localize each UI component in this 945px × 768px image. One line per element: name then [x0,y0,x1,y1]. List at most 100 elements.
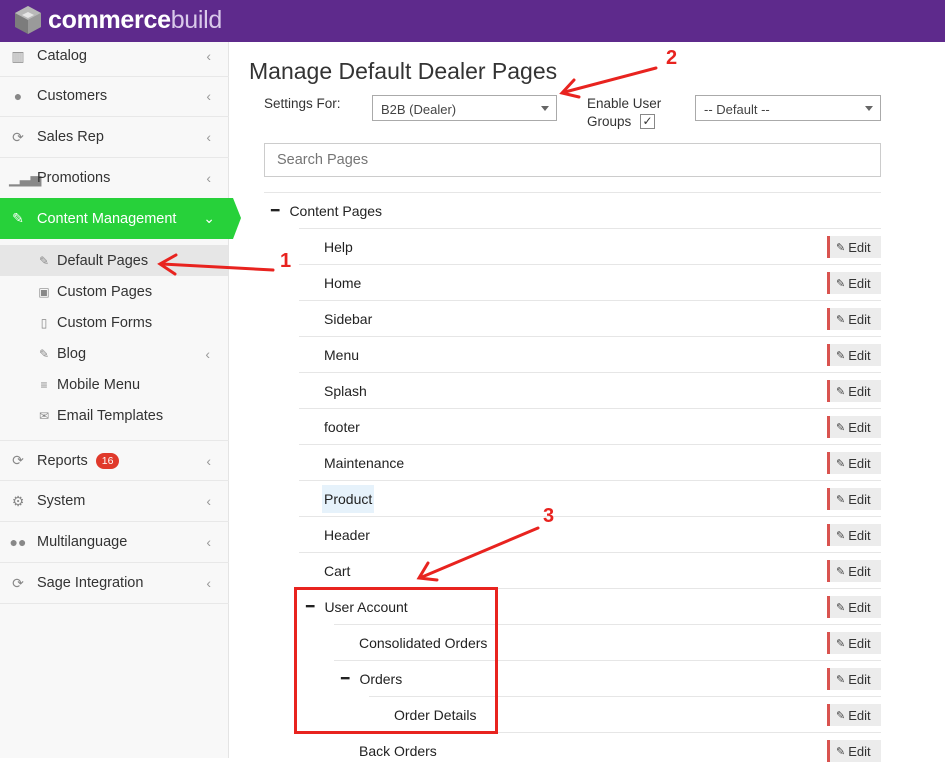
tree-label: Sidebar [324,310,373,327]
tree-row-maintenance[interactable]: Maintenance [299,444,881,480]
sidebar-item-reports[interactable]: ⟳ Reports 16 ‹ [0,440,229,481]
edit-icon: ✎ [836,565,846,578]
edit-icon: ✎ [836,313,846,326]
refresh-icon: ⟳ [12,452,24,468]
sidebar-item-content-management[interactable]: ✎ Content Management ⌄ [0,198,241,239]
edit-button[interactable]: ✎ Edit [827,524,881,546]
sidebar-item-label: Customers [37,88,108,104]
edit-button[interactable]: ✎ Edit [827,380,881,402]
barcode-icon: ▥ [11,47,25,64]
edit-icon: ✎ [836,637,846,650]
edit-icon: ✎ [836,421,846,434]
bar-chart-icon: ▁▃▅ [9,169,42,186]
logo[interactable]: commercebuild [12,3,222,37]
annotation-highlight-box [294,587,498,734]
enable-user-groups-label-2: Groups [587,114,632,129]
sidebar-subitem-blog[interactable]: ✎ Blog ‹ [0,338,228,369]
bars-icon: ≡ [40,377,48,392]
tree-label: Back Orders [359,742,437,759]
edit-label: Edit [848,599,871,615]
sidebar-subitem-label: Custom Pages [57,283,153,300]
tree-row-help[interactable]: Help [299,228,881,264]
edit-button[interactable]: ✎ Edit [827,416,881,438]
edit-button[interactable]: ✎ Edit [827,740,881,762]
tree-label: footer [324,418,360,435]
chevron-left-icon: ‹ [206,48,211,64]
edit-label: Edit [848,383,871,399]
sidebar-item-catalog[interactable]: ▥ Catalog ‹ [0,36,229,77]
sidebar-item-label: Multilanguage [37,534,128,550]
sidebar-subitem-label: Custom Forms [57,314,153,331]
collapse-minus-icon[interactable]: ━ [271,202,279,219]
sidebar-subitem-label: Blog [57,345,87,362]
logo-cube-icon [15,6,41,34]
edit-button[interactable]: ✎ Edit [827,596,881,618]
sidebar-subitem-mobile-menu[interactable]: ≡ Mobile Menu [0,369,228,400]
edit-label: Edit [848,275,871,291]
cogs-icon: ⚙ [11,492,25,509]
edit-label: Edit [848,239,871,255]
edit-button[interactable]: ✎ Edit [827,344,881,366]
refresh-icon: ⟳ [12,574,24,591]
sidebar-item-label: Promotions [37,170,111,186]
dropdown-caret-icon [865,106,873,111]
tree-row-home[interactable]: Home [299,264,881,300]
sidebar-subitem-email-templates[interactable]: ✉ Email Templates [0,400,228,431]
edit-label: Edit [848,419,871,435]
sidebar-subitem-custom-forms[interactable]: ▯ Custom Forms [0,307,228,338]
tree-row-sidebar[interactable]: Sidebar [299,300,881,336]
tree-label: Product [322,484,375,513]
pencil-icon: ✎ [38,253,50,268]
edit-button[interactable]: ✎ Edit [827,308,881,330]
edit-label: Edit [848,311,871,327]
edit-button[interactable]: ✎ Edit [827,560,881,582]
tree-row-splash[interactable]: Splash [299,372,881,408]
tree-row-cart[interactable]: Cart [299,552,881,588]
edit-square-icon: ▣ [38,284,50,299]
sidebar: ▥ Catalog ‹ ● Customers ‹ ⟳ Sales Rep ‹ … [0,42,241,758]
sidebar-item-label: System [37,493,86,509]
edit-button[interactable]: ✎ Edit [827,236,881,258]
tree-row-content-pages[interactable]: ━ Content Pages [264,192,881,228]
sidebar-item-multilanguage[interactable]: ●● Multilanguage ‹ [0,522,229,563]
tree-row-back-orders[interactable]: Back Orders [334,732,881,768]
search-pages-input[interactable] [264,143,881,177]
sidebar-item-system[interactable]: ⚙ System ‹ [0,481,229,522]
edit-icon: ✎ [836,493,846,506]
refresh-icon: ⟳ [12,128,24,145]
settings-for-select[interactable]: B2B (Dealer) [372,95,557,121]
edit-icon: ✎ [836,673,846,686]
sidebar-subitem-label: Default Pages [57,252,149,269]
sidebar-item-sage-integration[interactable]: ⟳ Sage Integration ‹ [0,563,229,604]
edit-button[interactable]: ✎ Edit [827,704,881,726]
edit-button[interactable]: ✎ Edit [827,668,881,690]
user-group-select[interactable]: -- Default -- [695,95,881,121]
sidebar-item-promotions[interactable]: ▁▃▅ Promotions ‹ [0,158,229,199]
edit-label: Edit [848,707,871,723]
tree-row-product[interactable]: Product [299,480,881,516]
tree-row-menu[interactable]: Menu [299,336,881,372]
sidebar-subitem-default-pages[interactable]: ✎ Default Pages [0,245,228,276]
sidebar-subitem-label: Mobile Menu [57,376,141,393]
chevron-left-icon: ‹ [206,452,211,469]
sidebar-item-label: Sales Rep [37,129,104,145]
pencil-icon: ✎ [38,346,50,361]
edit-icon: ✎ [836,385,846,398]
tree-row-header[interactable]: Header [299,516,881,552]
sidebar-item-label: Catalog [37,48,87,64]
tree-row-footer[interactable]: footer [299,408,881,444]
enable-user-groups-checkbox[interactable]: ✓ [640,114,655,129]
tree-label: Cart [324,562,351,579]
settings-for-value: B2B (Dealer) [381,102,457,117]
sidebar-item-customers[interactable]: ● Customers ‹ [0,76,229,117]
edit-icon: ✎ [836,745,846,758]
sidebar-subitem-custom-pages[interactable]: ▣ Custom Pages [0,276,228,307]
chevron-down-icon: ⌄ [203,210,215,226]
edit-button[interactable]: ✎ Edit [827,632,881,654]
chevron-left-icon: ‹ [205,345,210,362]
edit-button[interactable]: ✎ Edit [827,488,881,510]
edit-button[interactable]: ✎ Edit [827,272,881,294]
sidebar-item-sales-rep[interactable]: ⟳ Sales Rep ‹ [0,117,229,158]
edit-button[interactable]: ✎ Edit [827,452,881,474]
edit-label: Edit [848,527,871,543]
